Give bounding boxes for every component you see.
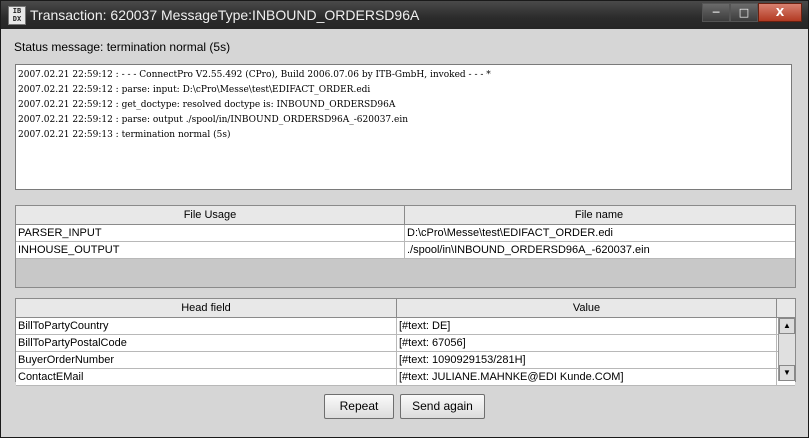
vertical-scrollbar[interactable]: ▲ ▼ (778, 318, 795, 381)
column-header-head-field[interactable]: Head field (16, 299, 397, 317)
table-row[interactable]: BuyerOrderNumber [#text: 1090929153/281H… (16, 352, 795, 369)
table-cell: [#text: 67056] (397, 335, 777, 351)
log-line: 2007.02.21 22:59:12 : parse: input: D:\c… (18, 85, 371, 95)
window-controls: ─ □ X (702, 3, 802, 22)
table-cell: PARSER_INPUT (16, 225, 405, 241)
column-header-value[interactable]: Value (397, 299, 777, 317)
table-cell: BillToPartyCountry (16, 318, 397, 334)
table-header: File Usage File name (16, 206, 795, 225)
repeat-button[interactable]: Repeat (324, 394, 394, 419)
close-button[interactable]: X (758, 3, 802, 22)
table-cell: ContactEMail (16, 369, 397, 385)
scroll-down-arrow-icon[interactable]: ▼ (779, 365, 795, 381)
column-header-file-name[interactable]: File name (405, 206, 793, 224)
log-line: 2007.02.21 22:59:13 : termination normal… (18, 130, 231, 140)
table-row[interactable]: PARSER_INPUT D:\cPro\Messe\test\EDIFACT_… (16, 225, 795, 242)
head-field-table: Head field Value BillToPartyCountry [#te… (15, 298, 796, 386)
window-title: Transaction: 620037 MessageType:INBOUND_… (30, 7, 420, 23)
minimize-button[interactable]: ─ (702, 3, 730, 22)
status-message: Status message: termination normal (5s) (14, 40, 231, 54)
send-again-button[interactable]: Send again (400, 394, 485, 419)
table-cell: [#text: 1090929153/281H] (397, 352, 777, 368)
file-usage-table: File Usage File name PARSER_INPUT D:\cPr… (15, 205, 796, 288)
table-cell: BillToPartyPostalCode (16, 335, 397, 351)
table-cell: [#text: DE] (397, 318, 777, 334)
title-bar[interactable]: IB DX Transaction: 620037 MessageType:INB… (1, 1, 808, 29)
maximize-button[interactable]: □ (730, 3, 758, 22)
column-header-file-usage[interactable]: File Usage (16, 206, 405, 224)
table-header: Head field Value (16, 299, 795, 318)
table-row[interactable]: BillToPartyCountry [#text: DE] (16, 318, 795, 335)
table-row[interactable]: INHOUSE_OUTPUT ./spool/in\INBOUND_ORDERS… (16, 242, 795, 259)
transaction-window: IB DX Transaction: 620037 MessageType:INB… (0, 0, 809, 438)
scroll-up-arrow-icon[interactable]: ▲ (779, 318, 795, 334)
table-cell: BuyerOrderNumber (16, 352, 397, 368)
table-cell: ./spool/in\INBOUND_ORDERSD96A_-620037.ei… (407, 244, 650, 256)
table-row[interactable]: BillToPartyPostalCode [#text: 67056] (16, 335, 795, 352)
window-content: Status message: termination normal (5s) … (8, 30, 801, 432)
log-line: 2007.02.21 22:59:12 : - - - ConnectPro V… (18, 70, 491, 80)
table-cell: [#text: JULIANE.MAHNKE@EDI Kunde.COM] (397, 369, 777, 385)
log-line: 2007.02.21 22:59:12 : parse: output ./sp… (18, 115, 409, 125)
table-row[interactable]: ContactEMail [#text: JULIANE.MAHNKE@EDI … (16, 369, 795, 386)
table-cell: INHOUSE_OUTPUT (16, 242, 405, 258)
log-output[interactable]: 2007.02.21 22:59:12 : - - - ConnectPro V… (15, 64, 792, 190)
app-icon: IB DX (8, 6, 26, 25)
table-cell: D:\cPro\Messe\test\EDIFACT_ORDER.edi (407, 227, 613, 239)
log-line: 2007.02.21 22:59:12 : get_doctype: resol… (18, 100, 396, 110)
